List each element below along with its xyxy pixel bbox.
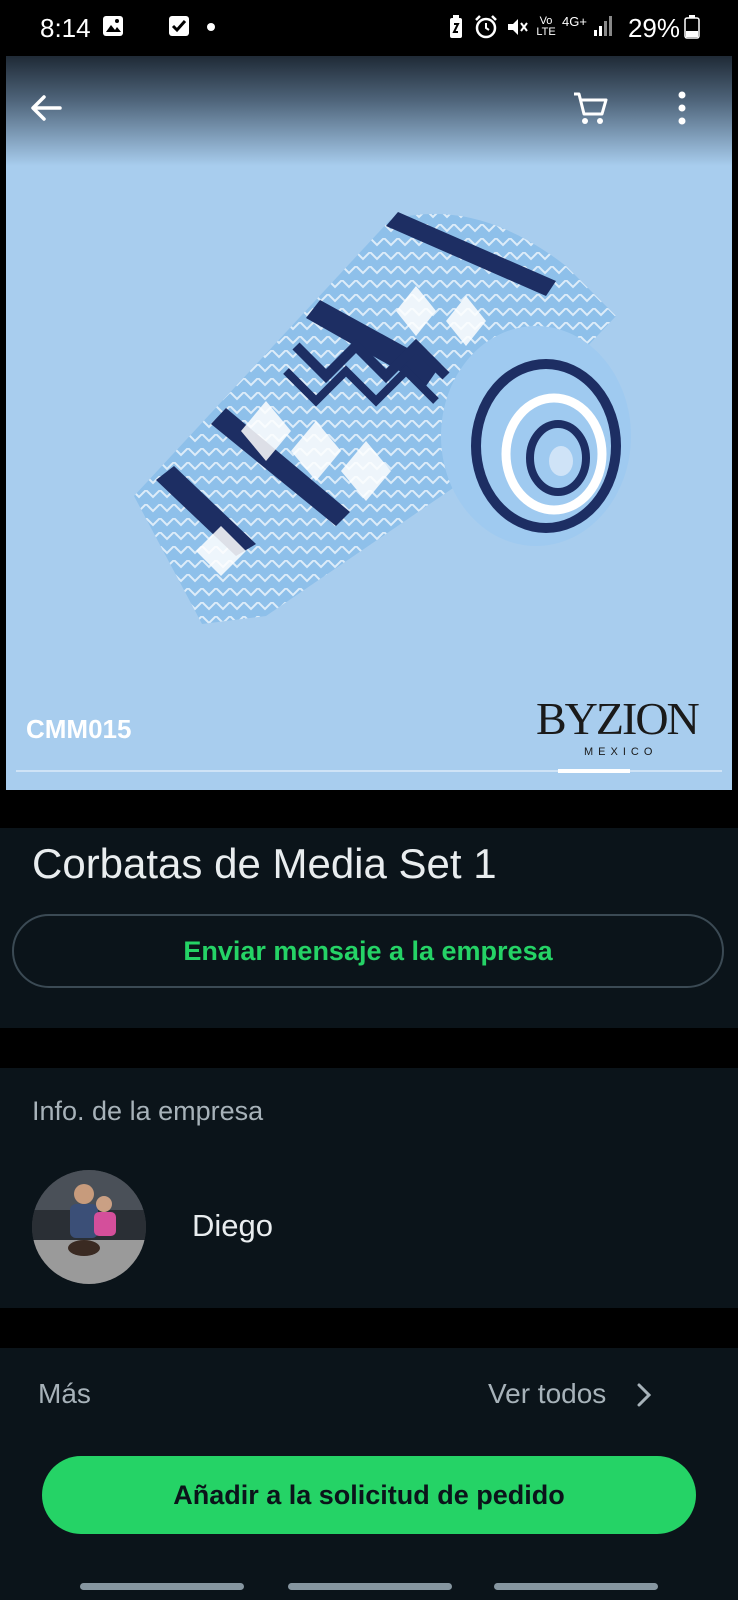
- business-info-section: Info. de la empresa Diego: [0, 1068, 738, 1308]
- business-avatar[interactable]: [32, 1170, 146, 1284]
- 4g-data-icon: 4G+: [562, 14, 587, 29]
- battery-icon: [684, 15, 700, 39]
- battery-percent: 29%: [627, 13, 680, 43]
- more-label: Más: [38, 1378, 91, 1409]
- nav-home-button[interactable]: [288, 1583, 452, 1590]
- product-image-carousel[interactable]: CMM015 BYZION MEXICO: [6, 56, 732, 790]
- image-icon: [103, 16, 123, 36]
- more-options-icon[interactable]: [660, 86, 704, 130]
- signal-icon: [594, 16, 612, 36]
- volte-icon: Vo LTE: [536, 15, 556, 38]
- mute-icon: [508, 19, 528, 35]
- business-owner-name[interactable]: Diego: [192, 1208, 273, 1244]
- add-to-order-button[interactable]: Añadir a la solicitud de pedido: [42, 1456, 696, 1534]
- alarm-icon: [475, 15, 497, 39]
- image-header-gradient: [6, 56, 732, 166]
- battery-saver-icon: [450, 15, 462, 38]
- business-info-heading: Info. de la empresa: [32, 1096, 264, 1126]
- check-box-icon: [169, 16, 189, 36]
- product-photo-tie: [134, 212, 631, 624]
- back-arrow-icon[interactable]: [24, 86, 68, 130]
- chevron-right-icon[interactable]: [634, 1380, 654, 1410]
- system-nav-bar: [0, 1574, 738, 1600]
- product-sku-label: CMM015: [26, 714, 132, 744]
- nav-back-button[interactable]: [494, 1583, 658, 1590]
- product-title-section: Corbatas de Media Set 1 Enviar mensaje a…: [0, 828, 738, 1028]
- product-title: Corbatas de Media Set 1: [32, 840, 497, 887]
- cart-icon[interactable]: [568, 86, 612, 130]
- status-bar: 8:14 Vo LTE 4G+ 29%: [0, 0, 738, 56]
- nav-recents-button[interactable]: [80, 1583, 244, 1590]
- avatar-photo: [32, 1170, 146, 1284]
- brand-logo: BYZION MEXICO: [536, 693, 700, 759]
- dot-icon: [207, 23, 215, 31]
- more-products-section: Más Ver todos Añadir a la solicitud de p…: [0, 1348, 738, 1574]
- status-time: 8:14: [40, 13, 91, 43]
- message-business-button[interactable]: Enviar mensaje a la empresa: [12, 914, 724, 988]
- see-all-link[interactable]: Ver todos: [488, 1378, 606, 1410]
- carousel-progress-active: [558, 769, 630, 773]
